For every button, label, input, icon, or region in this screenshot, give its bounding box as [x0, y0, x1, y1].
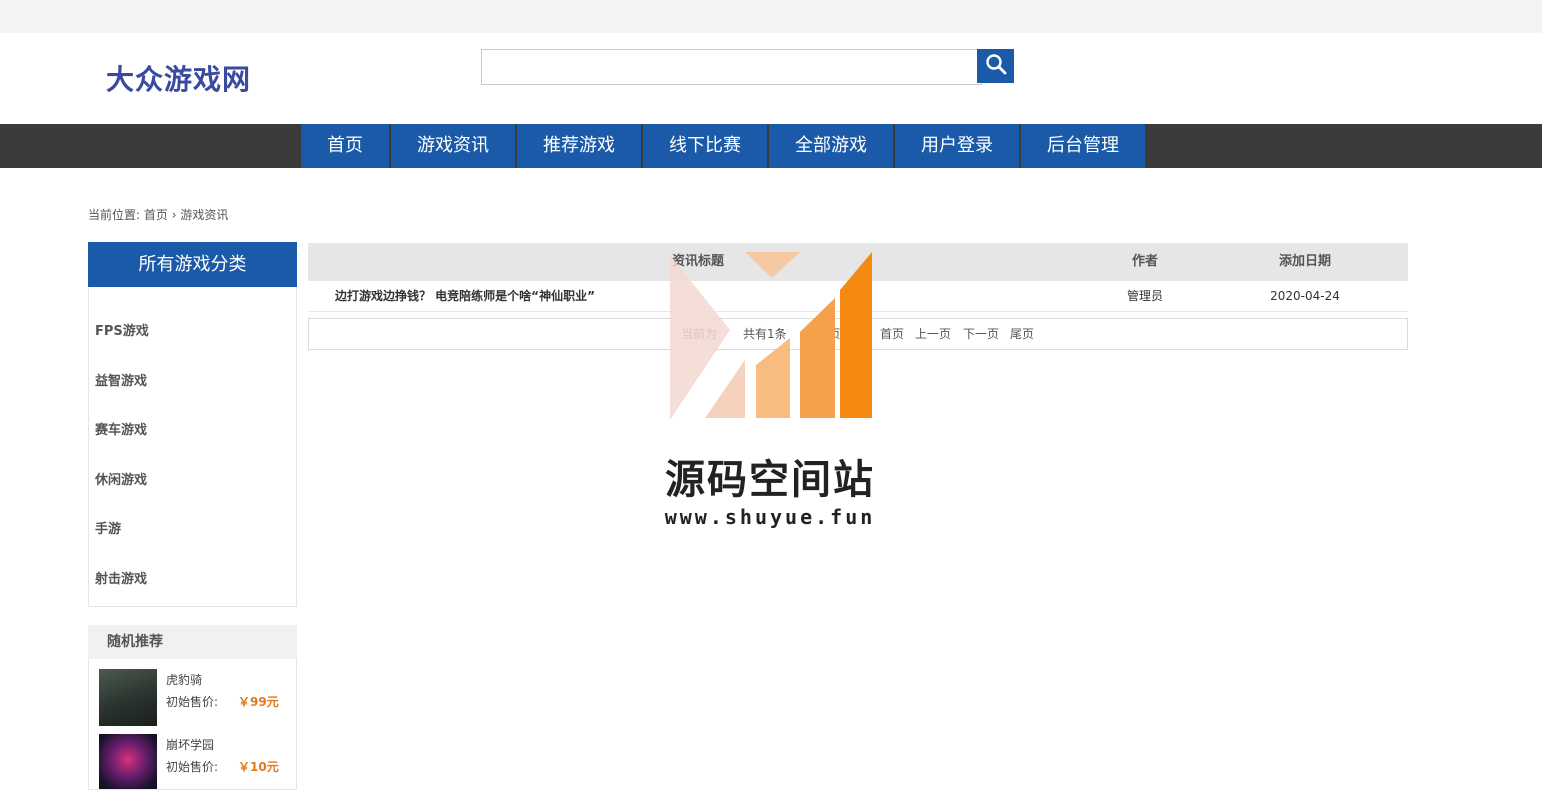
news-table: 资讯标题 作者 添加日期 边打游戏边挣钱？ 电竞陪练师是个啥“神仙职业” 管理员…	[308, 243, 1408, 350]
watermark-url: www.shuyue.fun	[664, 505, 876, 529]
nav-item-offline-matches[interactable]: 线下比赛	[643, 124, 769, 168]
pager-status-end: 1/1页	[809, 327, 841, 341]
category-title: 所有游戏分类	[88, 242, 297, 287]
watermark-name: 源码空间站	[665, 457, 875, 503]
news-title-link[interactable]: 边打游戏边挣钱？ 电竞陪练师是个啥“神仙职业”	[308, 281, 1088, 311]
recommend-list: 虎豹骑 初始售价: ￥99元 崩坏学园 初始售价: ￥10元	[88, 659, 297, 790]
search-input[interactable]	[481, 49, 982, 85]
recommend-item[interactable]: 崩坏学园 初始售价: ￥10元	[89, 724, 296, 789]
nav-item-game-news[interactable]: 游戏资讯	[391, 124, 517, 168]
search-icon	[985, 53, 1007, 79]
category-item-racing[interactable]: 赛车游戏	[89, 406, 296, 456]
breadcrumb-home-link[interactable]: 首页	[144, 208, 168, 222]
game-name[interactable]: 虎豹骑	[166, 671, 202, 688]
category-item-casual[interactable]: 休闲游戏	[89, 456, 296, 506]
pager-last[interactable]: 尾页	[1010, 319, 1034, 349]
nav-item-recommended-games[interactable]: 推荐游戏	[517, 124, 643, 168]
top-strip	[0, 0, 1542, 33]
header-author: 作者	[1131, 254, 1158, 269]
recommend-item[interactable]: 虎豹骑 初始售价: ￥99元	[89, 659, 296, 726]
game-thumbnail[interactable]	[99, 669, 157, 726]
recommend-title: 随机推荐	[88, 625, 297, 659]
category-item-shooter[interactable]: 射击游戏	[89, 555, 296, 605]
pager-total: 共有1条	[743, 327, 787, 341]
price-label: 初始售价:	[166, 695, 219, 709]
breadcrumb-prefix: 当前位置:	[88, 208, 141, 222]
category-item-mobile[interactable]: 手游	[89, 505, 296, 555]
header-date: 添加日期	[1278, 254, 1331, 269]
site-logo[interactable]: 大众游戏网	[106, 58, 251, 98]
price-value: ￥10元	[238, 760, 279, 774]
main-navbar: 首页 游戏资讯 推荐游戏 线下比赛 全部游戏 用户登录 后台管理	[0, 124, 1542, 168]
game-name[interactable]: 崩坏学园	[166, 736, 214, 753]
nav-item-home[interactable]: 首页	[301, 124, 391, 168]
category-item-puzzle[interactable]: 益智游戏	[89, 357, 296, 407]
breadcrumb-current[interactable]: 游戏资讯	[180, 208, 228, 222]
breadcrumb: 当前位置: 首页 › 游戏资讯	[88, 206, 228, 223]
sidebar: 所有游戏分类 FPS游戏 益智游戏 赛车游戏 休闲游戏 手游 射击游戏 随机推荐…	[88, 242, 297, 790]
pager-next[interactable]: 下一页	[963, 319, 999, 349]
pager-prev[interactable]: 上一页	[915, 319, 951, 349]
nav-item-all-games[interactable]: 全部游戏	[769, 124, 895, 168]
nav-menu: 首页 游戏资讯 推荐游戏 线下比赛 全部游戏 用户登录 后台管理	[301, 124, 1145, 168]
nav-item-admin[interactable]: 后台管理	[1021, 124, 1145, 168]
nav-item-user-login[interactable]: 用户登录	[895, 124, 1021, 168]
news-date: 2020-04-24	[1270, 289, 1340, 303]
pager-status-start: 当前为	[681, 327, 718, 341]
price-value: ￥99元	[238, 695, 279, 709]
price-label: 初始售价:	[166, 760, 219, 774]
pagination: 当前为 共有1条 1/1页 首页 上一页 下一页 尾页	[308, 318, 1408, 350]
category-item-fps[interactable]: FPS游戏	[89, 307, 296, 357]
category-list: FPS游戏 益智游戏 赛车游戏 休闲游戏 手游 射击游戏	[88, 287, 297, 607]
search-button[interactable]	[977, 49, 1014, 83]
table-row: 边打游戏边挣钱？ 电竞陪练师是个啥“神仙职业” 管理员 2020-04-24	[308, 281, 1408, 312]
game-thumbnail[interactable]	[99, 734, 157, 789]
table-header: 资讯标题 作者 添加日期	[308, 243, 1408, 281]
pager-first[interactable]: 首页	[880, 319, 904, 349]
header-title: 资讯标题	[671, 254, 724, 269]
news-author: 管理员	[1126, 289, 1163, 303]
breadcrumb-separator: ›	[171, 208, 177, 222]
